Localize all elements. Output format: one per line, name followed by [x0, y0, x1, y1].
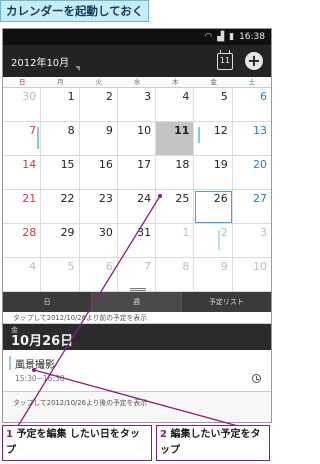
day-cell[interactable]: 22 [41, 190, 80, 224]
day-cell[interactable]: 2 [79, 88, 118, 122]
day-cell[interactable]: 31 [117, 224, 157, 258]
alarm-icon [252, 374, 261, 383]
day-cell[interactable]: 1 [41, 88, 80, 122]
day-cell[interactable]: 28 [3, 224, 42, 258]
day-cell[interactable]: 21 [3, 190, 42, 224]
day-cell[interactable]: 13 [232, 122, 271, 156]
day-cell[interactable]: 12 [194, 122, 233, 156]
day-cell[interactable]: 19 [194, 156, 233, 190]
status-time: 16:38 [239, 32, 265, 42]
day-cell[interactable]: 18 [156, 156, 195, 190]
day-cell[interactable]: 3 [232, 224, 271, 258]
tab-week[interactable]: 週 [92, 292, 182, 312]
day-cell[interactable]: 7 [3, 122, 42, 156]
event-item[interactable]: 風景撮影 15:30~16:30 [3, 350, 271, 392]
day-cell[interactable]: 6 [232, 88, 271, 122]
stage: カレンダーを起動しておく ◠ ▟ ▮ 16:38 2012年10月 11 + 日… [0, 0, 274, 464]
event-time: 15:30~16:30 [15, 374, 65, 383]
day-cell[interactable]: 8 [156, 258, 195, 292]
today-cell[interactable]: 11 [156, 122, 195, 156]
drag-handle[interactable] [130, 288, 146, 291]
day-cell[interactable]: 14 [3, 156, 42, 190]
weekday-label: 月 [57, 78, 64, 86]
dropdown-triangle-icon [75, 65, 81, 71]
day-cell[interactable]: 4 [156, 88, 195, 122]
day-cell[interactable]: 15 [41, 156, 80, 190]
event-marker [218, 230, 221, 250]
day-cell[interactable]: 7 [117, 258, 157, 292]
day-cell[interactable]: 30 [3, 88, 42, 122]
today-button[interactable]: 11 [217, 49, 233, 70]
day-header: 金 10月26日 [3, 324, 271, 350]
battery-icon: ▮ [229, 31, 235, 42]
day-cell[interactable]: 30 [79, 224, 118, 258]
phone-screen: ◠ ▟ ▮ 16:38 2012年10月 11 + 日 月 火 水 木 金 土 … [2, 28, 272, 423]
day-cell[interactable]: 6 [79, 258, 118, 292]
day-cell[interactable]: 16 [79, 156, 118, 190]
day-cell[interactable]: 10 [232, 258, 271, 292]
weekday-label: 日 [18, 78, 26, 86]
day-cell[interactable]: 17 [117, 156, 157, 190]
weekday-label: 火 [95, 78, 102, 86]
weekday-header: 日 月 火 水 木 金 土 [3, 77, 271, 88]
day-cell[interactable]: 8 [41, 122, 80, 156]
step-caption: カレンダーを起動しておく [0, 0, 150, 22]
wifi-icon: ◠ [204, 31, 213, 42]
tab-day[interactable]: 日 [3, 292, 93, 312]
app-bar: 2012年10月 11 + [3, 45, 271, 77]
tab-agenda[interactable]: 予定リスト [182, 292, 271, 312]
day-cell[interactable]: 27 [232, 190, 271, 224]
day-cell[interactable]: 2 [194, 224, 233, 258]
day-cell[interactable]: 23 [79, 190, 118, 224]
callout-step-1: 1 予定を編集 したい日をタップ [2, 425, 152, 461]
day-cell[interactable]: 5 [194, 88, 233, 122]
day-cell[interactable]: 20 [232, 156, 271, 190]
day-cell[interactable]: 3 [117, 88, 157, 122]
add-event-button[interactable]: + [245, 52, 263, 70]
weekday-label: 金 [210, 78, 217, 86]
day-cell[interactable]: 29 [41, 224, 80, 258]
callout-step-2: 2 編集したい予定をタップ [156, 425, 270, 461]
callout-text: 予定を編集 したい日をタップ [6, 429, 140, 456]
view-tabs: 日 週 予定リスト [3, 292, 271, 312]
day-cell[interactable]: 9 [194, 258, 233, 292]
day-weekday: 金 [11, 326, 18, 334]
event-marker [198, 127, 201, 143]
day-cell[interactable]: 25 [156, 190, 195, 224]
signal-icon: ▟ [217, 31, 225, 42]
day-cell[interactable]: 9 [79, 122, 118, 156]
event-marker [37, 127, 39, 149]
callout-number: 2 [160, 429, 167, 440]
callout-number: 1 [6, 429, 13, 440]
load-later-link[interactable]: タップして2012/10/26より後の予定を表示 [3, 392, 271, 422]
load-earlier-link[interactable]: タップして2012/10/26より前の予定を表示 [3, 312, 271, 324]
day-cell[interactable]: 10 [117, 122, 157, 156]
day-cell[interactable]: 4 [3, 258, 42, 292]
day-date: 10月26日 [11, 334, 74, 349]
month-selector[interactable]: 2012年10月 [11, 54, 69, 69]
status-bar: ◠ ▟ ▮ 16:38 [3, 29, 271, 45]
weekday-label: 木 [172, 78, 179, 86]
selected-day-cell[interactable]: 26 [194, 190, 233, 224]
callout-text: 編集したい予定をタップ [160, 429, 261, 456]
weekday-label: 土 [248, 78, 256, 86]
day-cell[interactable]: 24 [117, 190, 157, 224]
event-title: 風景撮影 [15, 360, 55, 371]
event-color-bar [9, 356, 11, 370]
month-grid: 30 1 2 3 4 5 6 7 8 9 10 11 12 13 14 15 1… [3, 88, 271, 292]
day-cell[interactable]: 5 [41, 258, 80, 292]
day-cell[interactable]: 1 [156, 224, 195, 258]
weekday-label: 水 [133, 78, 141, 86]
